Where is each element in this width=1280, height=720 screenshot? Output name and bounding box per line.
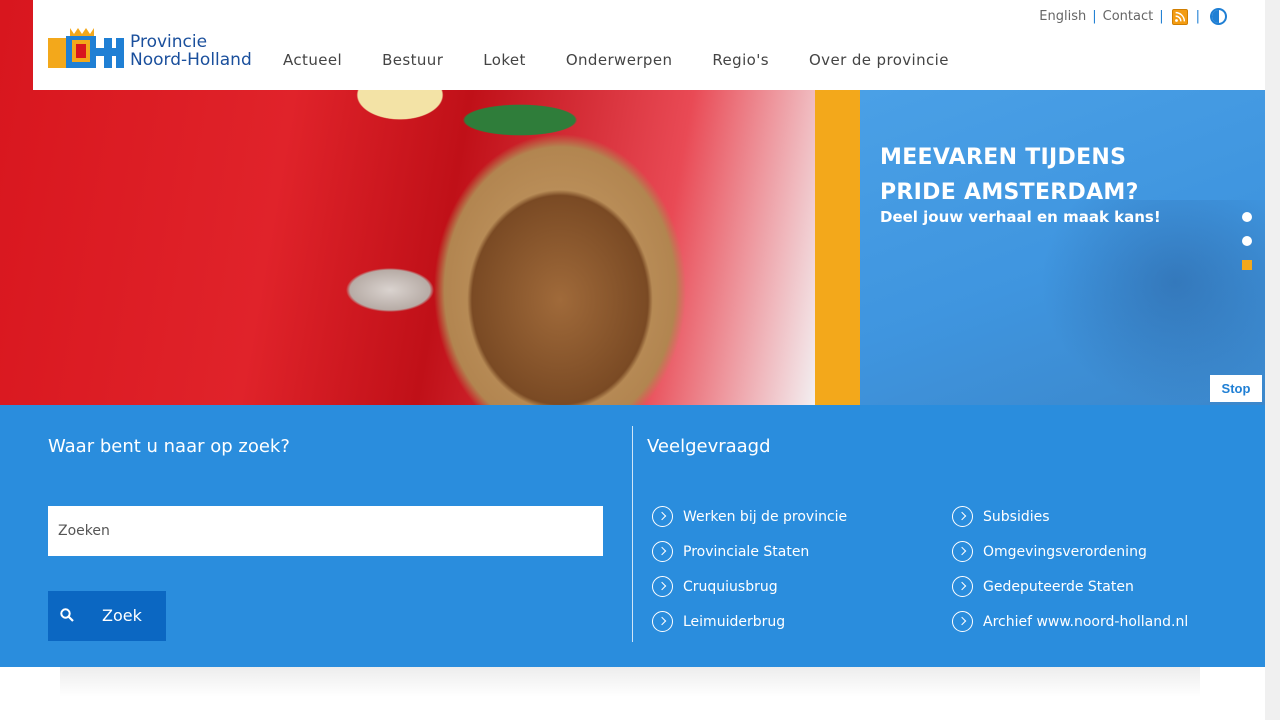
utility-nav: English | Contact | |: [1039, 8, 1233, 25]
page-scrollbar[interactable]: [1265, 0, 1280, 720]
faq-link-label: Cruquiusbrug: [683, 578, 778, 595]
nav-item-actueel[interactable]: Actueel: [283, 51, 342, 69]
carousel-dot-1[interactable]: [1242, 212, 1252, 222]
carousel-dots: [1242, 212, 1254, 284]
faq-link-werken-bij-de-provincie[interactable]: Werken bij de provincie: [652, 499, 952, 534]
province-coat-of-arms-icon: [48, 28, 124, 68]
main-nav: Actueel Bestuur Loket Onderwerpen Regio'…: [283, 51, 989, 69]
nav-item-onderwerpen[interactable]: Onderwerpen: [566, 51, 673, 69]
faq-link-archief[interactable]: Archief www.noord-holland.nl: [952, 604, 1252, 639]
utility-separator: |: [1092, 9, 1097, 24]
band-divider: [632, 426, 633, 642]
faq-link-label: Leimuiderbrug: [683, 613, 786, 630]
rss-icon[interactable]: [1171, 8, 1188, 25]
hero-subtitle[interactable]: Deel jouw verhaal en maak kans!: [880, 208, 1161, 226]
faq-link-label: Gedeputeerde Staten: [983, 578, 1134, 595]
utility-separator: |: [1159, 9, 1164, 24]
contrast-icon[interactable]: [1210, 8, 1227, 25]
chevron-right-circle-icon: [652, 541, 673, 562]
chevron-right-circle-icon: [952, 576, 973, 597]
search-button-label: Zoek: [102, 606, 142, 625]
carousel-stop-button[interactable]: Stop: [1210, 375, 1262, 402]
chevron-right-circle-icon: [952, 506, 973, 527]
site-logo[interactable]: Provincie Noord-Holland: [48, 26, 263, 70]
hero-title[interactable]: MEEVAREN TIJDENS PRIDE AMSTERDAM?: [880, 140, 1210, 210]
faq-link-leimuiderbrug[interactable]: Leimuiderbrug: [652, 604, 952, 639]
nav-item-regios[interactable]: Regio's: [712, 51, 769, 69]
faq-link-label: Werken bij de provincie: [683, 508, 848, 525]
carousel-dot-3-active[interactable]: [1242, 260, 1252, 270]
faq-list: Werken bij de provincie Subsidies Provin…: [652, 499, 1252, 639]
faq-link-label: Omgevingsverordening: [983, 543, 1147, 560]
search-input[interactable]: [48, 506, 603, 556]
content-card-shadow: [60, 667, 1200, 697]
site-header: Provincie Noord-Holland Actueel Bestuur …: [33, 0, 1233, 90]
chevron-right-circle-icon: [952, 611, 973, 632]
contact-link[interactable]: Contact: [1103, 9, 1154, 24]
logo-line-1: Provincie: [130, 32, 208, 52]
chevron-right-circle-icon: [652, 506, 673, 527]
faq-link-label: Provinciale Staten: [683, 543, 810, 560]
logo-text: Provincie Noord-Holland: [130, 33, 252, 69]
chevron-right-circle-icon: [652, 576, 673, 597]
logo-line-2: Noord-Holland: [130, 50, 252, 70]
faq-link-subsidies[interactable]: Subsidies: [952, 499, 1252, 534]
chevron-right-circle-icon: [952, 541, 973, 562]
utility-separator: |: [1195, 9, 1200, 24]
search-icon: [60, 608, 74, 622]
faq-link-cruquiusbrug[interactable]: Cruquiusbrug: [652, 569, 952, 604]
faq-link-provinciale-staten[interactable]: Provinciale Staten: [652, 534, 952, 569]
nav-item-loket[interactable]: Loket: [483, 51, 526, 69]
faq-link-label: Archief www.noord-holland.nl: [983, 613, 1189, 630]
search-heading: Waar bent u naar op zoek?: [48, 436, 290, 457]
nav-item-over-de-provincie[interactable]: Over de provincie: [809, 51, 949, 69]
english-link[interactable]: English: [1039, 9, 1086, 24]
faq-link-omgevingsverordening[interactable]: Omgevingsverordening: [952, 534, 1252, 569]
faq-heading: Veelgevraagd: [647, 436, 771, 457]
carousel-dot-2[interactable]: [1242, 236, 1252, 246]
faq-link-gedeputeerde-staten[interactable]: Gedeputeerde Staten: [952, 569, 1252, 604]
faq-link-label: Subsidies: [983, 508, 1050, 525]
chevron-right-circle-icon: [652, 611, 673, 632]
hero-accent-bar: [815, 90, 860, 405]
nav-item-bestuur[interactable]: Bestuur: [382, 51, 443, 69]
search-button[interactable]: Zoek: [48, 591, 166, 641]
